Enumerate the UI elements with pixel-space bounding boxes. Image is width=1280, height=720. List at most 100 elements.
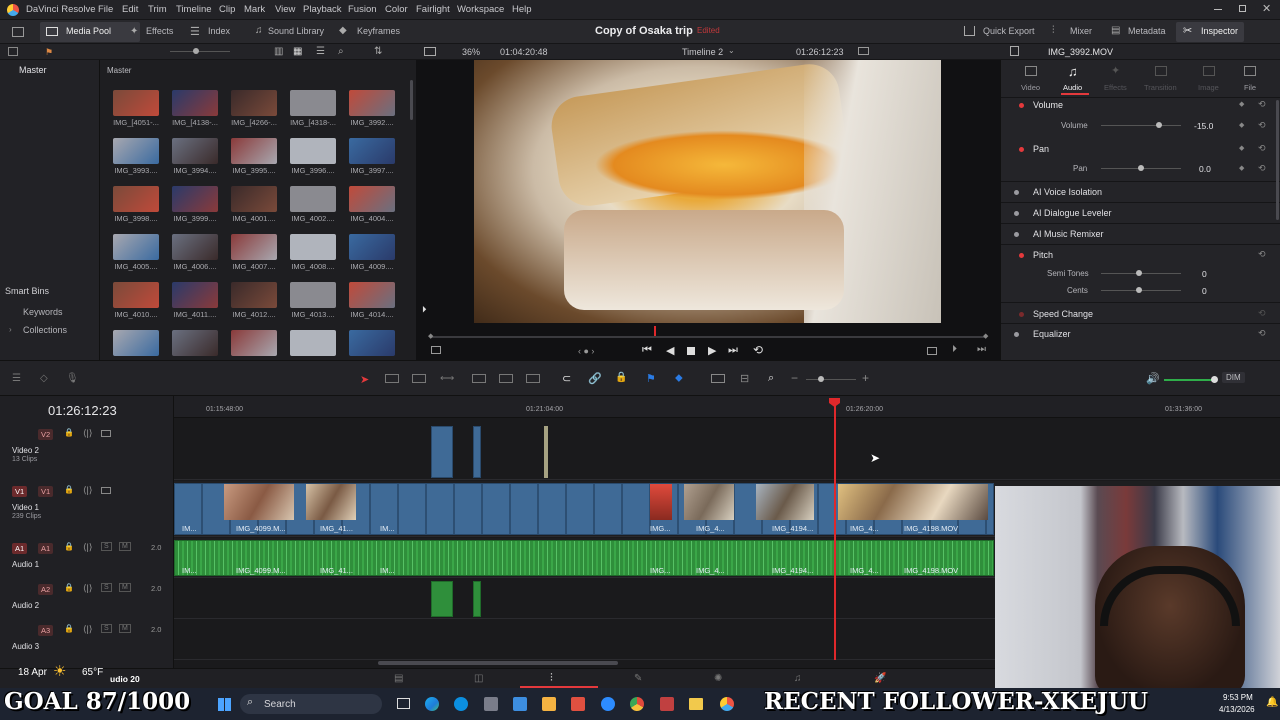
auto-select-icon[interactable]: ⟨|⟩ xyxy=(83,428,92,439)
end-icon[interactable]: ⏭ xyxy=(977,344,986,355)
timeline-clip[interactable] xyxy=(473,426,481,478)
solo-button[interactable]: S xyxy=(101,583,112,592)
media-clip-thumbnail[interactable] xyxy=(172,330,218,356)
auto-select-icon[interactable]: ⟨|⟩ xyxy=(83,624,92,635)
media-clip-thumbnail[interactable] xyxy=(113,282,159,308)
edit-page-icon[interactable]: ⫶ xyxy=(550,672,553,685)
timeline-clip[interactable] xyxy=(544,426,548,478)
media-clip-thumbnail[interactable] xyxy=(349,234,395,260)
track-enable-icon[interactable] xyxy=(101,487,111,494)
media-clip-thumbnail[interactable] xyxy=(349,138,395,164)
track-badge-a2[interactable]: A2 xyxy=(38,584,54,595)
lock-icon[interactable]: 🔒 xyxy=(64,428,74,437)
ai-voice-toggle[interactable] xyxy=(1014,190,1019,195)
bin-master[interactable]: Master xyxy=(19,65,47,75)
equalizer[interactable]: Equalizer xyxy=(1033,329,1071,339)
linked-selection-icon[interactable]: 🔗 xyxy=(588,372,602,385)
audio-scrub-icon[interactable]: 🎙 xyxy=(66,373,79,384)
timeline-clip[interactable] xyxy=(473,581,481,617)
zoom-in-icon[interactable]: + xyxy=(862,371,869,385)
volume-slider-knob[interactable] xyxy=(1155,122,1162,128)
menu-edit[interactable]: Edit xyxy=(122,4,138,15)
solo-button[interactable]: S xyxy=(101,624,112,633)
app-icon[interactable] xyxy=(571,697,585,711)
reset-icon[interactable]: ⟲ xyxy=(1258,308,1266,319)
mute-button[interactable]: M xyxy=(119,583,131,592)
pan-enable-toggle[interactable] xyxy=(1019,147,1024,152)
master-volume-knob[interactable] xyxy=(1211,376,1218,383)
cents-knob[interactable] xyxy=(1136,287,1142,293)
replace-clip-icon[interactable] xyxy=(526,374,540,383)
ai-music-remixer[interactable]: AI Music Remixer xyxy=(1033,229,1104,239)
media-clip-thumbnail[interactable] xyxy=(290,186,336,212)
resolve-taskbar-icon[interactable] xyxy=(720,697,734,711)
effects-button[interactable]: Effects xyxy=(146,26,173,36)
media-clip-thumbnail[interactable] xyxy=(231,234,277,260)
tab-transition[interactable]: Transition xyxy=(1144,83,1177,92)
media-clip-thumbnail[interactable] xyxy=(113,330,159,356)
app-icon[interactable] xyxy=(484,697,498,711)
taskbar-search-box[interactable] xyxy=(240,694,382,714)
zoom-slider-knob[interactable] xyxy=(818,376,824,382)
dynamic-trim-icon[interactable] xyxy=(412,374,426,383)
sort-icon[interactable]: ⇅ xyxy=(374,46,382,57)
media-clip-thumbnail[interactable] xyxy=(113,90,159,116)
scrubber-playhead[interactable] xyxy=(654,326,656,336)
blade-icon[interactable]: ⟷ xyxy=(440,373,454,384)
snapping-icon[interactable]: ⊂ xyxy=(562,372,571,385)
search-icon[interactable]: ⌕ xyxy=(338,46,344,57)
skip-back-icon[interactable]: ⏮ xyxy=(642,344,652,357)
mixer-button[interactable]: Mixer xyxy=(1070,26,1092,36)
thumbnail-size-slider[interactable] xyxy=(170,51,230,52)
timeline-playhead[interactable] xyxy=(834,398,836,660)
zoom-icon[interactable] xyxy=(601,697,615,711)
ruler[interactable] xyxy=(174,396,1280,418)
lock-icon[interactable]: 🔒 xyxy=(64,485,74,494)
zoom-slider[interactable] xyxy=(806,379,856,380)
detail-view-icon[interactable]: ☰ xyxy=(316,46,325,57)
ai-dialogue-toggle[interactable] xyxy=(1014,211,1019,216)
media-clip-thumbnail[interactable] xyxy=(231,90,277,116)
windows-start-icon[interactable] xyxy=(218,698,231,711)
speaker-icon[interactable]: 🔊 xyxy=(1146,372,1160,385)
menu-playback[interactable]: Playback xyxy=(303,4,342,15)
menu-clip[interactable]: Clip xyxy=(219,4,235,15)
pan-slider-knob[interactable] xyxy=(1138,165,1144,171)
stop-icon[interactable] xyxy=(687,347,695,355)
chevron-down-icon[interactable]: ⌄ xyxy=(728,46,735,55)
track-name-video1[interactable]: Video 1 xyxy=(12,503,39,512)
index-button[interactable]: Index xyxy=(208,26,230,36)
position-lock-icon[interactable]: 🔒 xyxy=(615,372,627,383)
zoom-detail-icon[interactable]: ⊟ xyxy=(740,372,749,385)
menu-help[interactable]: Help xyxy=(512,4,532,15)
auto-select-icon[interactable]: ⟨|⟩ xyxy=(83,542,92,553)
color-tag-icon[interactable]: ⚑ xyxy=(45,47,53,58)
master-volume-slider[interactable] xyxy=(1164,379,1214,381)
media-clip-thumbnail[interactable] xyxy=(290,138,336,164)
keyframe-icon[interactable]: ◆ xyxy=(1239,164,1244,172)
track-name-audio2[interactable]: Audio 2 xyxy=(12,601,39,610)
dim-button[interactable]: DIM xyxy=(1222,372,1245,383)
pan-value[interactable]: 0.0 xyxy=(1199,164,1211,174)
ai-voice-isolation[interactable]: AI Voice Isolation xyxy=(1033,187,1102,197)
edge-icon[interactable] xyxy=(425,697,439,711)
marker-icon[interactable]: ⬥ xyxy=(675,372,683,385)
media-clip-thumbnail[interactable] xyxy=(290,234,336,260)
keyframes-button[interactable]: Keyframes xyxy=(357,26,400,36)
menu-file[interactable]: File xyxy=(98,4,113,15)
pitch-section-heading[interactable]: Pitch xyxy=(1033,250,1053,260)
cents-value[interactable]: 0 xyxy=(1202,286,1207,296)
tab-audio[interactable]: Audio xyxy=(1063,83,1082,92)
next-edit-icon[interactable]: ⏵ xyxy=(952,344,957,355)
equalizer-toggle[interactable] xyxy=(1014,332,1019,337)
select-mode-icon[interactable]: ➤ xyxy=(360,373,369,386)
grid-view-icon[interactable]: ▦ xyxy=(293,46,302,57)
viewer-options-icon[interactable] xyxy=(858,47,869,55)
media-clip-thumbnail[interactable] xyxy=(172,90,218,116)
maximize-icon[interactable] xyxy=(1239,5,1246,12)
auto-select-icon[interactable]: ⟨|⟩ xyxy=(83,485,92,496)
scrubber-bar[interactable] xyxy=(430,336,986,338)
reset-icon[interactable]: ⟲ xyxy=(1258,328,1266,339)
media-clip-thumbnail[interactable] xyxy=(172,282,218,308)
media-clip-thumbnail[interactable] xyxy=(290,330,336,356)
